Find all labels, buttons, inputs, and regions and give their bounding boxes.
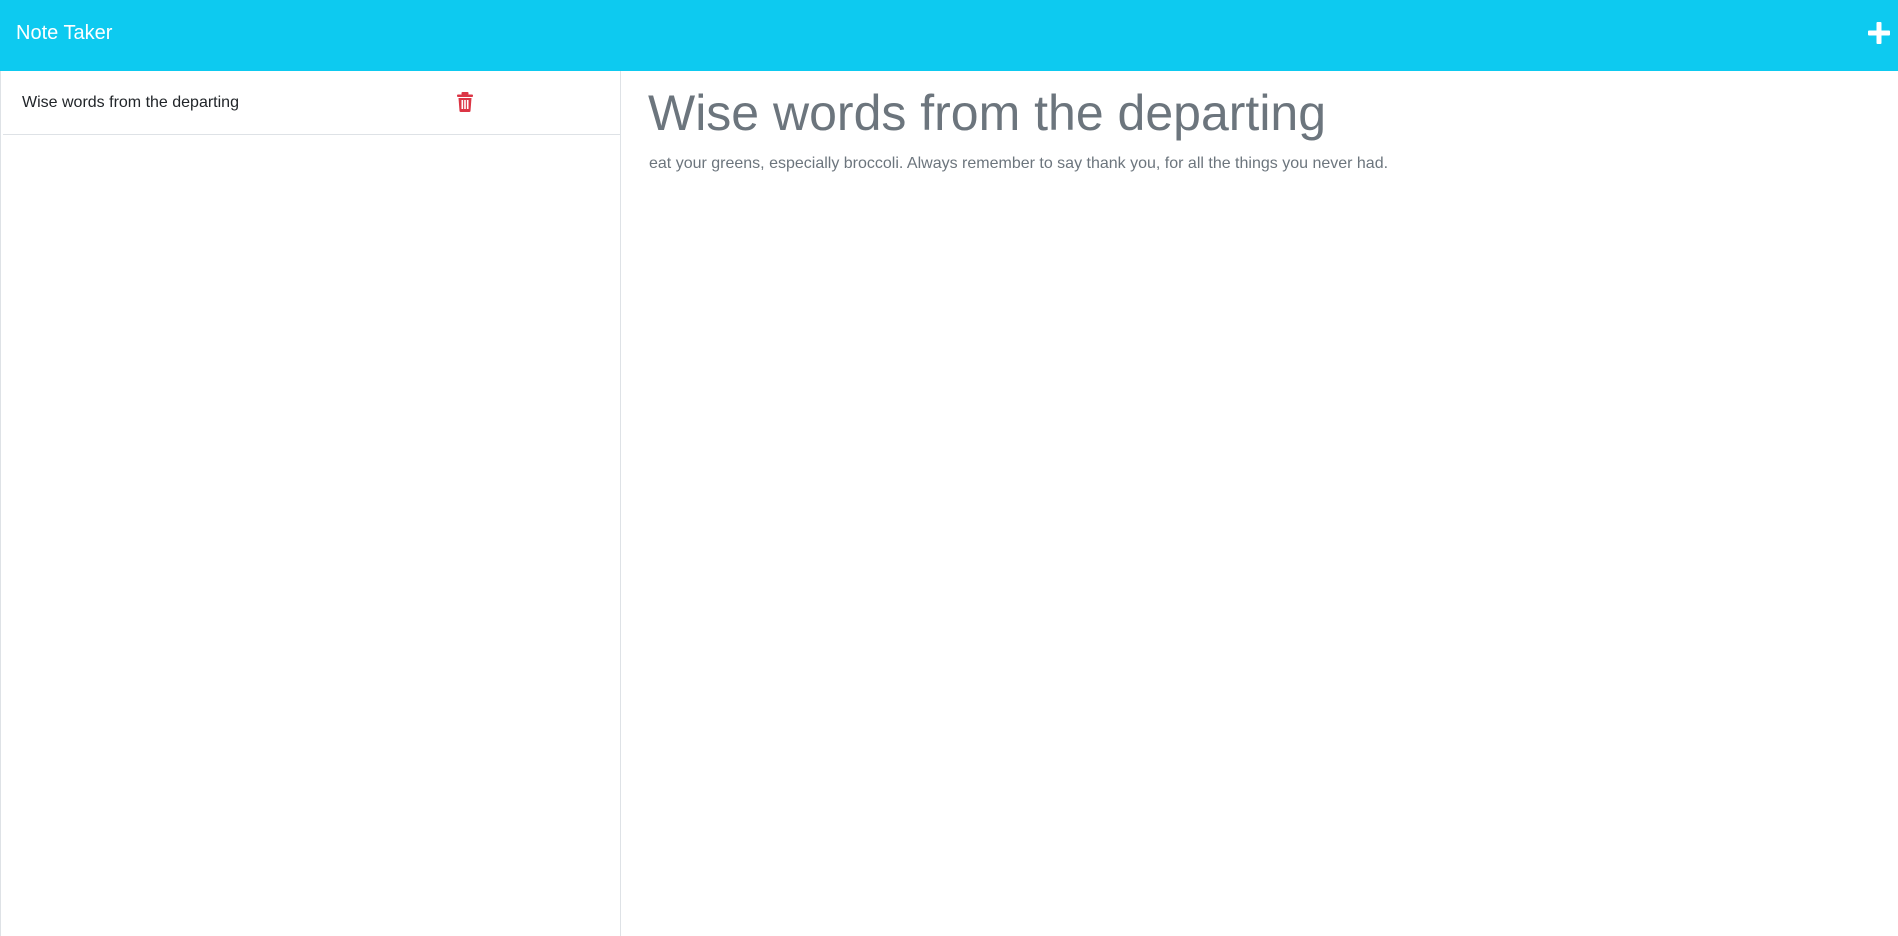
- list-item-title: Wise words from the departing: [22, 94, 239, 111]
- list-item[interactable]: Wise words from the departing: [3, 71, 620, 135]
- note-editor: Wise words from the departing eat your g…: [622, 71, 1898, 936]
- delete-note-button[interactable]: [455, 91, 475, 113]
- new-note-button[interactable]: [1864, 18, 1894, 48]
- trash-icon: [457, 92, 473, 112]
- note-text-area[interactable]: eat your greens, especially broccoli. Al…: [649, 154, 1849, 174]
- note-list: Wise words from the departing: [0, 71, 621, 936]
- plus-icon: [1868, 22, 1890, 44]
- app-title[interactable]: Note Taker: [16, 21, 112, 45]
- note-title-input[interactable]: Wise words from the departing: [648, 83, 1848, 143]
- navbar: Note Taker: [0, 0, 1898, 71]
